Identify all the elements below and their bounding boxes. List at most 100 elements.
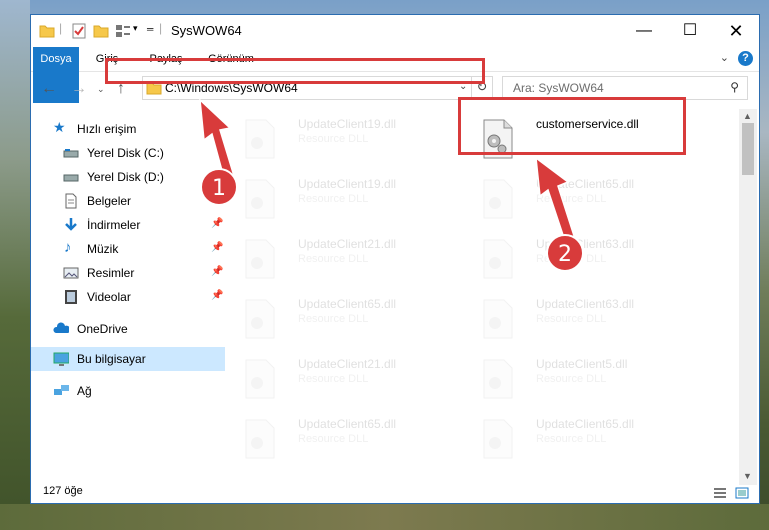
title-bar: | ▾ ═ | SysWOW64 — ☐ ✕ [31, 15, 759, 47]
file-name: UpdateClient65.dll [298, 417, 397, 431]
pin-icon[interactable]: 📌 [211, 290, 223, 301]
network-icon [54, 385, 69, 395]
sidebar-item-onedrive[interactable]: OneDrive [31, 317, 225, 341]
file-name: UpdateClient19.dll [298, 177, 397, 191]
desktop-background-bottom [0, 504, 769, 530]
file-type: Resource DLL [298, 193, 369, 205]
forward-arrow-icon[interactable]: → [71, 80, 87, 98]
file-list: UpdateClient19.dll Resource DLL UpdateCl… [228, 109, 739, 485]
address-bar-highlight [105, 58, 485, 84]
file-item[interactable]: UpdateClient65.dll Resource DLL [228, 415, 464, 471]
cloud-icon [53, 322, 69, 333]
large-icons-view-icon[interactable] [735, 487, 749, 499]
scrollbar-thumb[interactable] [742, 123, 754, 175]
file-type: Resource DLL [298, 253, 369, 265]
status-bar: 127 öğe [31, 485, 759, 503]
file-name: UpdateClient21.dll [298, 357, 397, 371]
dll-file-icon [483, 419, 513, 459]
drive-icon [63, 174, 79, 182]
vertical-scrollbar[interactable]: ▲ ▼ [739, 109, 757, 485]
document-icon [65, 193, 77, 209]
file-item[interactable]: UpdateClient5.dll Resource DLL [466, 355, 702, 411]
file-item[interactable]: UpdateClient21.dll Resource DLL [228, 355, 464, 411]
details-view-icon[interactable] [713, 487, 727, 499]
maximize-button[interactable]: ☐ [667, 15, 713, 47]
sidebar-item-label: Ağ [77, 384, 92, 398]
file-item[interactable]: UpdateClient63.dll Resource DLL [466, 295, 702, 351]
step-badge-1: 1 [200, 168, 238, 206]
help-icon[interactable]: ? [738, 51, 753, 66]
desktop-background [0, 0, 30, 530]
file-item[interactable]: UpdateClient65.dll Resource DLL [228, 295, 464, 351]
computer-icon [53, 352, 69, 366]
star-icon: ★ [53, 119, 66, 135]
item-count: 127 öğe [43, 485, 83, 497]
pictures-icon [63, 267, 79, 279]
dll-file-icon [245, 359, 275, 399]
file-type: Resource DLL [298, 133, 369, 145]
search-placeholder: Ara: SysWOW64 [513, 81, 604, 95]
sidebar-item-label: Hızlı erişim [77, 122, 137, 136]
sidebar-item-label: Videolar [87, 290, 131, 304]
file-item[interactable]: UpdateClient19.dll Resource DLL [228, 175, 464, 231]
file-name: UpdateClient21.dll [298, 237, 397, 251]
dll-file-icon [483, 239, 513, 279]
file-item[interactable]: UpdateClient65.dll Resource DLL [466, 415, 702, 471]
sidebar-item-label: İndirmeler [87, 218, 141, 232]
sidebar-item-this-pc[interactable]: Bu bilgisayar [31, 347, 225, 371]
pin-icon[interactable]: 📌 [211, 218, 223, 229]
file-item[interactable]: UpdateClient21.dll Resource DLL [228, 235, 464, 291]
search-icon: ⚲ [730, 80, 739, 94]
pin-icon[interactable]: 📌 [211, 242, 223, 253]
view-icon[interactable] [115, 23, 131, 39]
sidebar-item-label: Resimler [87, 266, 135, 280]
file-type: Resource DLL [536, 433, 607, 445]
folder-icon [39, 25, 55, 38]
back-arrow-icon[interactable]: ← [41, 80, 57, 98]
dll-file-icon [483, 179, 513, 219]
sidebar-item-downloads[interactable]: İndirmeler 📌 [31, 213, 225, 237]
recent-locations-icon[interactable]: ⌄ [97, 84, 105, 95]
file-highlight [458, 97, 686, 155]
file-type: Resource DLL [298, 313, 369, 325]
properties-icon[interactable] [71, 23, 87, 39]
sidebar-item-videos[interactable]: Videolar 📌 [31, 285, 225, 309]
file-type: Resource DLL [298, 373, 369, 385]
dll-file-icon [245, 239, 275, 279]
scroll-up-icon[interactable]: ▲ [743, 111, 752, 121]
file-type: Resource DLL [298, 433, 369, 445]
file-name: UpdateClient65.dll [298, 297, 397, 311]
step-badge-2: 2 [546, 234, 584, 272]
file-type: Resource DLL [536, 313, 607, 325]
download-icon [65, 218, 77, 231]
file-type: Resource DLL [536, 373, 607, 385]
sidebar-item-documents[interactable]: Belgeler [31, 189, 225, 213]
customize-toolbar-icon[interactable]: ═ [147, 24, 153, 40]
pin-icon[interactable]: 📌 [211, 266, 223, 277]
separator: | [159, 21, 163, 35]
window-title: SysWOW64 [171, 23, 242, 38]
dll-file-icon [483, 299, 513, 339]
sidebar-item-label: Yerel Disk (C:) [87, 146, 164, 160]
sidebar-item-pictures[interactable]: Resimler 📌 [31, 261, 225, 285]
minimize-button[interactable]: — [621, 15, 667, 47]
file-name: UpdateClient65.dll [536, 417, 635, 431]
dll-file-icon [245, 419, 275, 459]
dll-file-icon [483, 359, 513, 399]
video-icon [65, 290, 77, 304]
file-item[interactable]: UpdateClient19.dll Resource DLL [228, 115, 464, 171]
new-folder-icon[interactable] [93, 23, 109, 39]
sidebar-item-network[interactable]: Ağ [31, 379, 225, 403]
file-name: UpdateClient19.dll [298, 117, 397, 131]
separator: | [59, 21, 63, 35]
sidebar-item-label: Müzik [87, 242, 119, 256]
sidebar-item-label: Yerel Disk (D:) [87, 170, 164, 184]
scroll-down-icon[interactable]: ▼ [743, 471, 752, 481]
explorer-window: | ▾ ═ | SysWOW64 — ☐ ✕ Dosya Giriş Payla… [30, 14, 760, 504]
chevron-down-icon[interactable]: ▾ [133, 23, 138, 39]
sidebar-item-music[interactable]: ♪ Müzik 📌 [31, 237, 225, 261]
close-button[interactable]: ✕ [713, 15, 759, 47]
file-name: UpdateClient5.dll [536, 357, 628, 371]
drive-icon [63, 149, 79, 158]
expand-ribbon-icon[interactable]: ⌄ [720, 51, 729, 64]
